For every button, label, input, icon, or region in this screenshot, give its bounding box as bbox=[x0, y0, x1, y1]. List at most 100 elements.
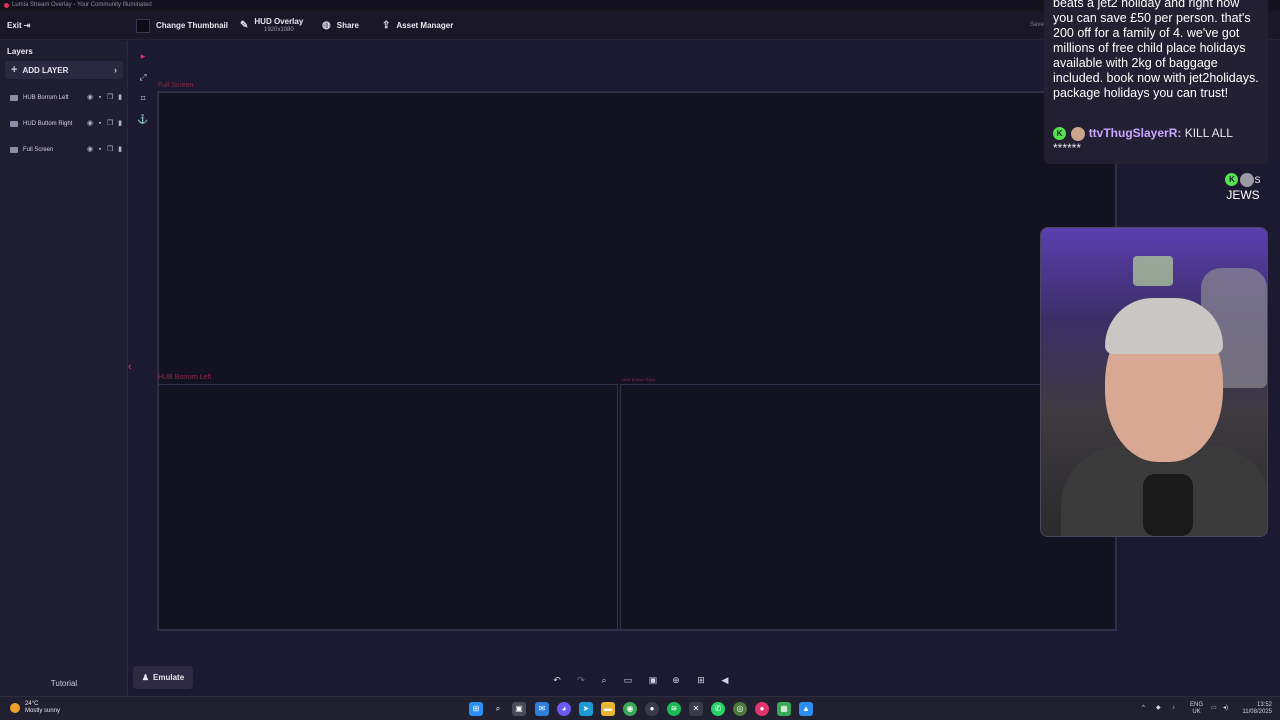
duplicate-icon[interactable]: ❐ bbox=[106, 146, 114, 154]
bottom-right-region-label: HUD Buttom Right bbox=[622, 377, 655, 382]
tutorial-link[interactable]: Tutorial bbox=[0, 679, 128, 688]
spotify-icon[interactable]: ≋ bbox=[667, 702, 681, 716]
upload-icon: ⇪ bbox=[382, 20, 391, 31]
overlay-resolution: 1920x1080 bbox=[264, 26, 294, 33]
start-icon[interactable]: ⊞ bbox=[469, 702, 483, 716]
tray-app-icon[interactable]: ◆ bbox=[1156, 705, 1161, 712]
chevron-right-icon: › bbox=[114, 65, 117, 75]
crop-tool-icon[interactable]: ⌗ bbox=[136, 91, 150, 105]
chat-badges: KS bbox=[1218, 172, 1268, 188]
chat-username: ttvThugSlayerR: bbox=[1088, 126, 1182, 140]
weather-widget[interactable]: 24°C Mostly sunny bbox=[10, 701, 60, 715]
duplicate-icon[interactable]: ❐ bbox=[106, 120, 114, 128]
bottom-left-region-label: HUB Borrom Left bbox=[158, 374, 212, 381]
whatsapp-icon[interactable]: ✆ bbox=[711, 702, 725, 716]
lumia-stream-icon[interactable]: ● bbox=[755, 702, 769, 716]
globe-icon: ◍ bbox=[322, 20, 331, 31]
layer-item[interactable]: HUB Borrom Left ◉ ▪ ❐ ▮ bbox=[10, 92, 124, 104]
resize-tool-icon[interactable]: ⤢ bbox=[136, 70, 150, 84]
bottom-left-region[interactable] bbox=[158, 384, 618, 630]
tray-chevron-icon[interactable]: ^ bbox=[1142, 705, 1145, 712]
center-view-icon[interactable]: ▣ bbox=[646, 673, 660, 687]
sound-icon[interactable]: ◀ bbox=[718, 673, 732, 687]
visibility-eye-icon[interactable]: ◉ bbox=[86, 120, 94, 128]
lock-icon[interactable]: ▪ bbox=[96, 120, 104, 128]
asset-manager-button[interactable]: ⇪ Asset Manager bbox=[382, 11, 453, 40]
language-bottom: UK bbox=[1192, 709, 1201, 715]
obs-icon[interactable]: ● bbox=[645, 702, 659, 716]
exit-button[interactable]: Exit ⇥ bbox=[7, 11, 30, 40]
background-light bbox=[1133, 256, 1173, 286]
task-view-icon[interactable]: ▣ bbox=[512, 702, 526, 716]
app-icon[interactable]: ▦ bbox=[777, 702, 791, 716]
share-label: Share bbox=[336, 21, 359, 30]
collapse-panel-icon[interactable]: ‹ bbox=[128, 361, 132, 373]
redo-icon[interactable]: ↷ bbox=[574, 673, 588, 687]
file-explorer-icon[interactable]: ▬ bbox=[601, 702, 615, 716]
change-thumbnail-button[interactable]: Change Thumbnail bbox=[136, 11, 228, 40]
select-tool-icon[interactable]: ▸ bbox=[136, 49, 150, 63]
layer-type-icon bbox=[10, 121, 18, 127]
search-icon[interactable]: ⌕ bbox=[491, 702, 505, 716]
clock[interactable]: 13:52 11/08/2025 bbox=[1238, 702, 1272, 716]
chat-message: beats a jet2 holiday and right now you c… bbox=[1053, 0, 1259, 100]
pencil-icon: ✎ bbox=[240, 20, 249, 31]
person-icon: ♟ bbox=[141, 673, 150, 682]
user-avatar bbox=[1240, 172, 1255, 187]
share-button[interactable]: ◍ Share bbox=[322, 11, 359, 40]
photos-icon[interactable]: ▲ bbox=[799, 702, 813, 716]
overlay-canvas[interactable] bbox=[157, 91, 1117, 631]
zoom-in-icon[interactable]: ⊕ bbox=[669, 673, 683, 687]
app-icon[interactable]: ✕ bbox=[689, 702, 703, 716]
add-layer-label: ADD LAYER bbox=[22, 65, 69, 75]
fit-screen-icon[interactable]: ▭ bbox=[621, 673, 635, 687]
temperature: 24°C bbox=[25, 701, 39, 707]
app-icon[interactable]: ◎ bbox=[733, 702, 747, 716]
visibility-eye-icon[interactable]: ◉ bbox=[86, 94, 94, 102]
delete-icon[interactable]: ▮ bbox=[116, 94, 124, 102]
layer-name: Full Screen bbox=[23, 147, 54, 153]
lock-icon[interactable]: ▪ bbox=[96, 146, 104, 154]
undo-icon[interactable]: ↶ bbox=[550, 673, 564, 687]
layers-panel: Layers + ADD LAYER › HUB Borrom Left ◉ ▪… bbox=[0, 41, 128, 696]
chat-overlay: beats a jet2 holiday and right now you c… bbox=[1044, 0, 1268, 164]
telegram-icon[interactable]: ➤ bbox=[579, 702, 593, 716]
chat-message-2: K ttvThugSlayerR: KILL ALL ****** bbox=[1053, 126, 1263, 156]
delete-icon[interactable]: ▮ bbox=[116, 146, 124, 154]
window-title: Lumia Stream Overlay - Your Community Il… bbox=[12, 2, 152, 8]
network-icon[interactable]: ▭ bbox=[1211, 705, 1217, 712]
windows-taskbar: 24°C Mostly sunny ⊞ ⌕ ▣ ✉ ◕ ➤ ▬ ◉ ● ≋ ✕ … bbox=[0, 696, 1280, 720]
rename-overlay-button[interactable]: ✎ HUD Overlay 1920x1080 bbox=[240, 11, 303, 40]
language-top: ENG bbox=[1190, 702, 1204, 708]
kick-badge-icon: K bbox=[1053, 127, 1066, 141]
microphone-icon[interactable]: ♪ bbox=[1172, 705, 1175, 712]
clock-date: 11/08/2025 bbox=[1242, 709, 1272, 715]
change-thumbnail-label: Change Thumbnail bbox=[156, 21, 228, 30]
grid-icon[interactable]: ⊞ bbox=[694, 673, 708, 687]
lock-icon[interactable]: ▪ bbox=[96, 94, 104, 102]
delete-icon[interactable]: ▮ bbox=[116, 120, 124, 128]
clock-time: 13:52 bbox=[1256, 702, 1272, 708]
duplicate-icon[interactable]: ❐ bbox=[106, 94, 114, 102]
asset-manager-label: Asset Manager bbox=[396, 21, 454, 30]
layer-type-icon bbox=[10, 95, 18, 101]
overlay-name: HUD Overlay bbox=[254, 16, 304, 26]
add-layer-button[interactable]: + ADD LAYER › bbox=[5, 61, 123, 79]
volume-icon[interactable]: ◂) bbox=[1223, 705, 1228, 712]
exit-icon: ⇥ bbox=[23, 21, 31, 30]
microphone bbox=[1143, 474, 1193, 536]
discord-icon[interactable]: ◕ bbox=[557, 702, 571, 716]
outlook-icon[interactable]: ✉ bbox=[535, 702, 549, 716]
chat-message-3: KS JEWS bbox=[1218, 172, 1268, 203]
overlay-title: HUD Overlay 1920x1080 bbox=[254, 17, 303, 35]
visibility-eye-icon[interactable]: ◉ bbox=[86, 146, 94, 154]
anchor-tool-icon[interactable]: ⚓ bbox=[136, 112, 150, 126]
emulate-button[interactable]: ♟ Emulate bbox=[133, 666, 193, 689]
layer-item[interactable]: Full Screen ◉ ▪ ❐ ▮ bbox=[10, 144, 124, 156]
language-indicator[interactable]: ENG UK bbox=[1190, 702, 1203, 716]
chat-text: JEWS bbox=[1226, 188, 1260, 202]
layer-item[interactable]: HUD Buttom Right ◉ ▪ ❐ ▮ bbox=[10, 118, 124, 130]
webcam-feed bbox=[1040, 227, 1268, 537]
zoom-out-icon[interactable]: ⌕ bbox=[597, 673, 611, 687]
chrome-icon[interactable]: ◉ bbox=[623, 702, 637, 716]
